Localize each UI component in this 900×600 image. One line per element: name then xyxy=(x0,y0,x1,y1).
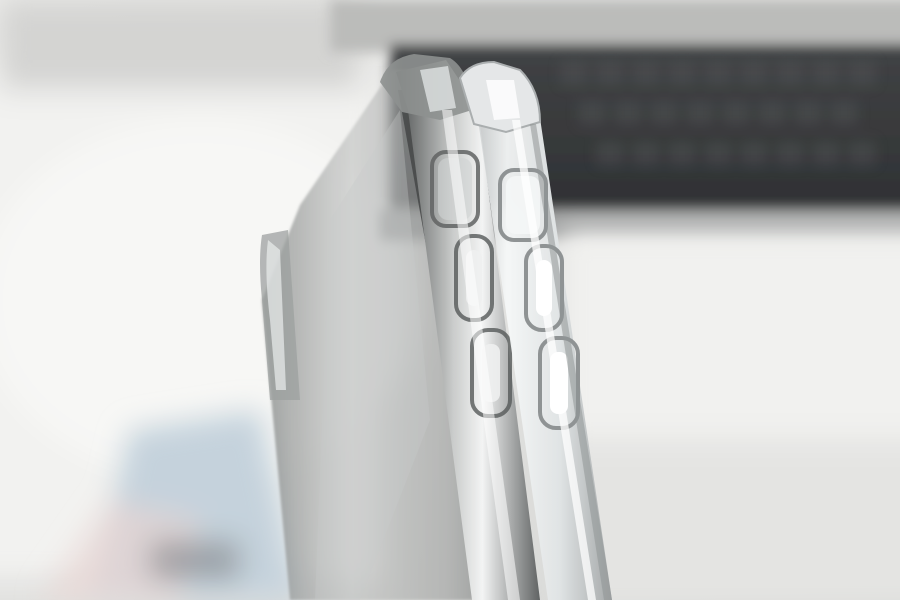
photo-scene xyxy=(0,0,900,600)
phone-case-photo xyxy=(0,0,900,600)
